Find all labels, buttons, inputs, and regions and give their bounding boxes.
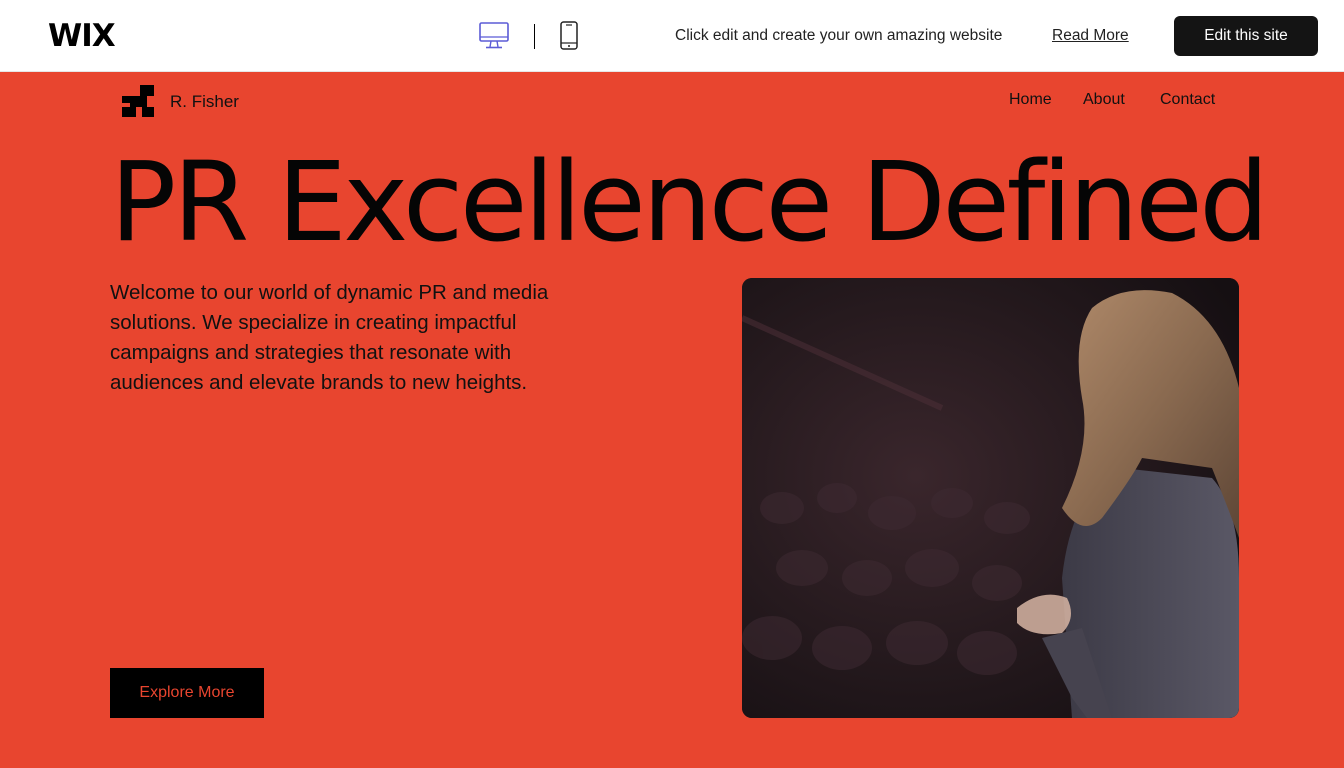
wix-top-bar: WIX Click edit and create your own amazi… xyxy=(0,0,1344,72)
edit-site-button[interactable]: Edit this site xyxy=(1174,16,1318,56)
read-more-link[interactable]: Read More xyxy=(1052,26,1129,46)
stairs-logo-icon[interactable] xyxy=(121,84,155,118)
nav-contact[interactable]: Contact xyxy=(1160,90,1215,110)
hero-image xyxy=(742,278,1239,718)
nav-home[interactable]: Home xyxy=(1009,90,1052,110)
device-divider xyxy=(534,24,535,49)
hero-description: Welcome to our world of dynamic PR and m… xyxy=(110,281,549,394)
site-name[interactable]: R. Fisher xyxy=(170,92,239,112)
nav-about[interactable]: About xyxy=(1083,90,1125,110)
explore-more-button[interactable]: Explore More xyxy=(110,668,264,718)
wix-promo-text: Click edit and create your own amazing w… xyxy=(675,27,1003,44)
desktop-view-icon[interactable] xyxy=(478,21,510,51)
wix-logo[interactable]: WIX xyxy=(48,19,116,53)
hero-title: PR Excellence Defined xyxy=(110,138,1269,266)
mobile-view-icon[interactable] xyxy=(558,21,580,51)
